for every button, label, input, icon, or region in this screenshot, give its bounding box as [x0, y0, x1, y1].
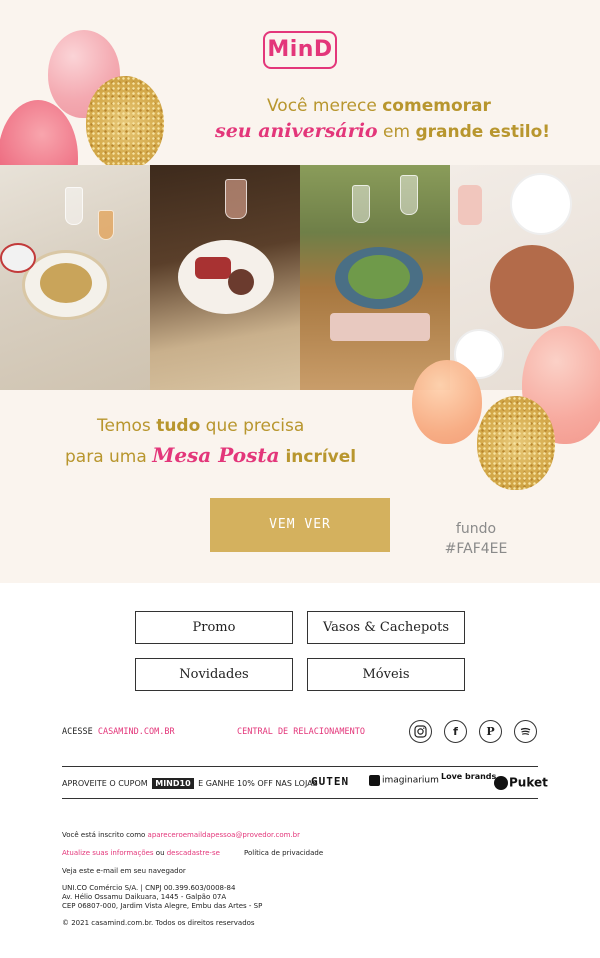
subline-bold-text: incrível: [279, 447, 357, 467]
copyright-text: © 2021 casamind.com.br. Todos os direito…: [62, 919, 255, 927]
pinterest-icon[interactable]: P: [479, 720, 502, 743]
hero-banner: MinD Você merece comemorar seu aniversár…: [0, 0, 600, 583]
brand-puket-text: Puket: [509, 775, 548, 790]
brand-guten-logo[interactable]: GUTEN: [311, 775, 349, 788]
spotify-icon[interactable]: [514, 720, 537, 743]
headline-text: Você merece: [267, 96, 383, 116]
subline-text: para uma: [65, 447, 153, 467]
gold-glitter-balloon-decoration: [86, 76, 164, 170]
divider: [62, 798, 538, 799]
subscriber-email: apareceroemaildapessoa@provedor.com.br: [147, 831, 300, 839]
acesse-site-line: ACESSE CASAMIND.COM.BR: [62, 727, 175, 737]
or-text: ou: [153, 849, 167, 857]
nav-button-moveis[interactable]: Móveis: [307, 658, 465, 691]
headline-script-text: seu aniversário: [215, 120, 378, 142]
coupon-suffix: E GANHE 10% OFF NAS LOJAS: [195, 779, 318, 788]
background-note-hex: #FAF4EE: [444, 541, 508, 557]
divider: [62, 766, 538, 767]
background-note-label: fundo: [455, 521, 497, 537]
brand-imaginarium-logo[interactable]: imaginarium: [369, 775, 439, 786]
brand-love-brands-logo[interactable]: Love brands: [441, 773, 496, 781]
table-setting-photos[interactable]: [0, 165, 600, 390]
central-relacionamento-link[interactable]: CENTRAL DE RELACIONAMENTO: [237, 727, 365, 737]
subline-script-text: Mesa Posta: [152, 443, 280, 467]
brand-imaginarium-text: imaginarium: [382, 775, 439, 786]
site-link[interactable]: CASAMIND.COM.BR: [98, 727, 175, 737]
puket-icon: [494, 775, 508, 790]
subline-line-1: Temos tudo que precisa: [97, 416, 304, 436]
nav-button-promo[interactable]: Promo: [135, 611, 293, 644]
update-info-link[interactable]: Atualize suas informações: [62, 849, 154, 857]
headline-line-1: Você merece comemorar: [267, 96, 491, 116]
unsubscribe-link[interactable]: descadastre-se: [167, 849, 220, 857]
subline-text: que precisa: [200, 416, 305, 436]
headline-bold-text: comemorar: [382, 96, 491, 116]
privacy-policy-link[interactable]: Política de privacidade: [244, 849, 323, 858]
brand-puket-logo[interactable]: Puket: [494, 775, 548, 790]
nav-button-novidades[interactable]: Novidades: [135, 658, 293, 691]
subline-bold-text: tudo: [156, 416, 201, 436]
preferences-line: Atualize suas informações ou descadastre…: [62, 849, 220, 858]
subline-line-2: para uma Mesa Posta incrível: [65, 443, 356, 467]
photo-table-setting-1: [0, 165, 150, 390]
company-info-line-1: UNI.CO Comércio S/A. | CNPJ 00.399.603/0…: [62, 884, 236, 892]
coupon-prefix: APROVEITE O CUPOM: [62, 779, 151, 788]
company-info-line-2: Av. Hélio Ossamu Daikuara, 1445 - Galpão…: [62, 893, 227, 901]
nav-button-vasos-cachepots[interactable]: Vasos & Cachepots: [307, 611, 465, 644]
subline-text: Temos: [97, 416, 157, 436]
coupon-line: APROVEITE O CUPOM MIND10 E GANHE 10% OFF…: [62, 778, 318, 790]
gold-glitter-balloon-decoration: [477, 396, 555, 490]
facebook-icon[interactable]: f: [444, 720, 467, 743]
subscription-line: Você está inscrito como apareceroemailda…: [62, 831, 300, 840]
instagram-icon[interactable]: [409, 720, 432, 743]
background-color-note: fundo #FAF4EE: [436, 519, 516, 559]
coupon-code: MIND10: [152, 778, 194, 789]
photo-table-setting-3: [300, 165, 450, 390]
subscribed-label: Você está inscrito como: [62, 831, 148, 839]
view-in-browser-link[interactable]: Veja este e-mail em seu navegador: [62, 867, 186, 876]
photo-table-setting-2: [150, 165, 300, 390]
company-info-line-3: CEP 06807-000, Jardim Vista Alegre, Embu…: [62, 902, 263, 910]
headline-bold-text: grande estilo!: [415, 122, 551, 142]
vem-ver-button[interactable]: VEM VER: [210, 498, 390, 552]
imaginarium-icon: [369, 775, 380, 786]
headline-text: em: [377, 122, 416, 142]
headline-line-2: seu aniversário em grande estilo!: [215, 120, 550, 142]
acesse-label: ACESSE: [62, 727, 98, 737]
peach-balloon-decoration: [412, 360, 482, 444]
mind-logo[interactable]: MinD: [263, 31, 337, 69]
